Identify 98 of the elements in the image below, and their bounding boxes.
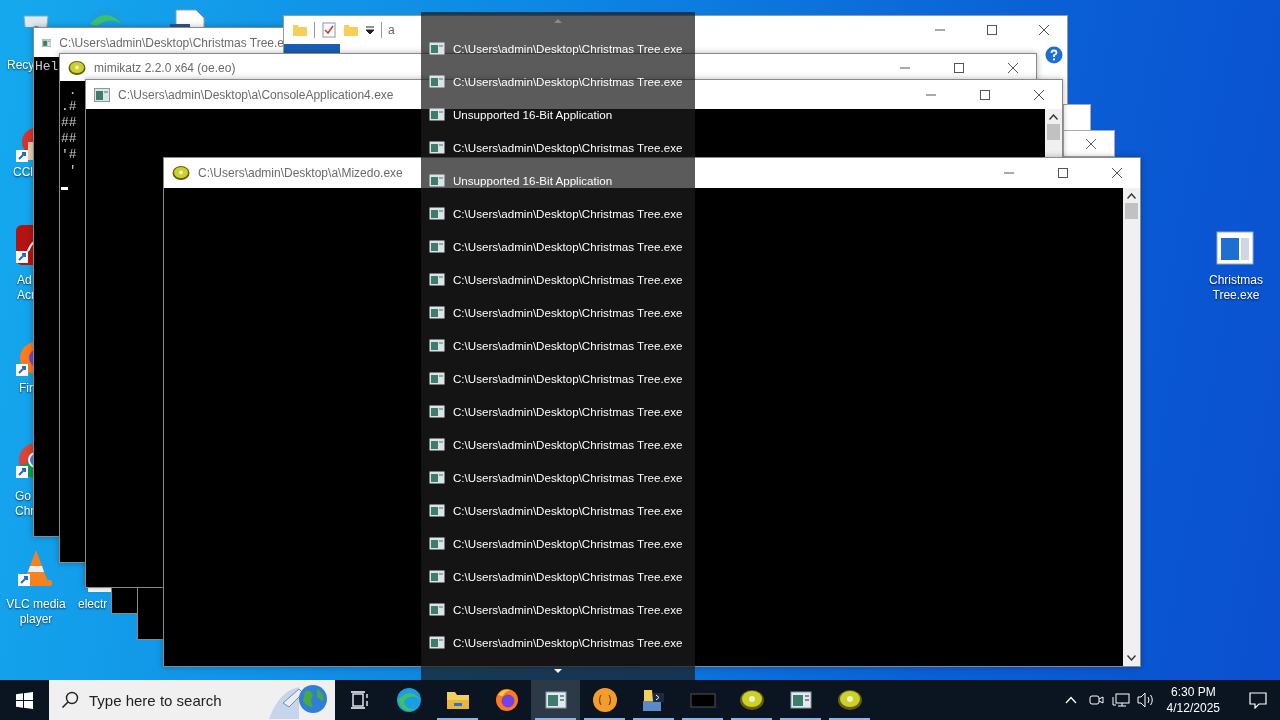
console-window-icon bbox=[429, 75, 445, 88]
console-text: ## bbox=[61, 131, 77, 147]
window-title: mimikatz 2.2.0 x64 (oe.eo) bbox=[94, 60, 236, 75]
console-window-icon bbox=[429, 603, 445, 616]
desktop-icon-label: Ad Acr bbox=[17, 273, 35, 303]
maximize-icon bbox=[954, 62, 964, 73]
jump-list-item[interactable]: C:\Users\admin\Desktop\Christmas Tree.exe bbox=[421, 560, 695, 593]
console-window-icon bbox=[429, 42, 445, 55]
console-window-icon bbox=[429, 636, 445, 649]
desktop-icon-label: Go Chr bbox=[15, 489, 35, 519]
console-text: ' bbox=[67, 163, 77, 179]
jump-list-item[interactable]: C:\Users\admin\Desktop\Christmas Tree.exe bbox=[421, 593, 695, 626]
clock[interactable]: 6:30 PM 4/12/2025 bbox=[1158, 684, 1228, 716]
desktop-icon-label: electr bbox=[78, 597, 108, 612]
scroll-up-icon[interactable] bbox=[1049, 114, 1058, 120]
console-text: Hel bbox=[35, 59, 59, 75]
text-cursor bbox=[61, 187, 68, 190]
jump-list-item[interactable]: C:\Users\admin\Desktop\Christmas Tree.exe bbox=[421, 527, 695, 560]
console-window-icon bbox=[429, 306, 445, 319]
console-window-icon bbox=[429, 537, 445, 550]
jump-list-item[interactable]: C:\Users\admin\Desktop\Christmas Tree.exe bbox=[421, 32, 695, 65]
console-window-icon bbox=[429, 141, 445, 154]
kiwi-icon bbox=[738, 687, 765, 713]
jump-list-item[interactable]: C:\Users\admin\Desktop\Christmas Tree.exe bbox=[421, 362, 695, 395]
console-window-icon bbox=[429, 240, 445, 253]
close-icon bbox=[1008, 62, 1018, 73]
jump-list-item[interactable]: C:\Users\admin\Desktop\Christmas Tree.exe bbox=[421, 65, 695, 98]
console-window-icon bbox=[94, 87, 110, 102]
kiwi-icon bbox=[836, 687, 863, 713]
desktop-icon-label: VLC media player bbox=[5, 597, 67, 627]
close-icon bbox=[1039, 25, 1049, 35]
scrollbar-thumb[interactable] bbox=[1125, 203, 1138, 219]
kiwi-icon bbox=[68, 59, 86, 76]
console-window-icon bbox=[429, 174, 445, 187]
search-field[interactable]: Type here to search bbox=[87, 690, 261, 710]
scroll-up-icon[interactable] bbox=[1127, 193, 1136, 199]
close-icon bbox=[1034, 89, 1044, 100]
window-app-icon[interactable] bbox=[1215, 228, 1255, 268]
jump-list-item[interactable]: C:\Users\admin\Desktop\Christmas Tree.exe bbox=[421, 329, 695, 362]
browser-icon bbox=[493, 687, 520, 713]
checklist-icon[interactable] bbox=[321, 22, 337, 38]
browser-icon bbox=[395, 687, 422, 713]
dropdown-icon[interactable] bbox=[365, 25, 375, 35]
console-window-icon bbox=[429, 339, 445, 352]
jump-list-item[interactable]: C:\Users\admin\Desktop\Christmas Tree.exe bbox=[421, 494, 695, 527]
jump-list-item[interactable]: C:\Users\admin\Desktop\Christmas Tree.exe bbox=[421, 428, 695, 461]
windows-logo-icon bbox=[16, 691, 33, 709]
maximize-icon bbox=[980, 89, 990, 100]
maximize-icon bbox=[987, 25, 997, 35]
window-title: a bbox=[388, 23, 395, 37]
app-circle-icon bbox=[591, 687, 618, 713]
console-text: '# bbox=[61, 147, 77, 163]
console-window-icon bbox=[429, 108, 445, 121]
document-icon[interactable] bbox=[168, 8, 208, 27]
search-icon bbox=[61, 691, 79, 709]
taskbar-app-button[interactable] bbox=[531, 680, 580, 720]
search-bar[interactable]: Type here to search bbox=[49, 680, 335, 720]
desktop-icon-label: Fir bbox=[19, 381, 33, 396]
jump-list-item[interactable]: Unsupported 16-Bit Application bbox=[421, 98, 695, 131]
console-window-icon bbox=[429, 372, 445, 385]
jump-list-item[interactable]: C:\Users\admin\Desktop\Christmas Tree.exe bbox=[421, 263, 695, 296]
console-text: . bbox=[67, 83, 77, 99]
jump-list-item[interactable]: C:\Users\admin\Desktop\Christmas Tree.exe bbox=[421, 296, 695, 329]
console-window-icon bbox=[429, 570, 445, 583]
console-window-icon bbox=[429, 405, 445, 418]
close-icon[interactable] bbox=[1085, 137, 1097, 150]
jump-list-item[interactable]: C:\Users\admin\Desktop\Christmas Tree.exe bbox=[421, 626, 695, 659]
chevron-up-icon bbox=[1065, 696, 1078, 704]
console-window-icon bbox=[429, 207, 445, 220]
app-icon[interactable] bbox=[14, 225, 33, 265]
maximize-icon bbox=[1058, 168, 1068, 178]
desktop-icon-label: Christmas Tree.exe bbox=[1208, 273, 1264, 303]
console-window-icon bbox=[429, 438, 445, 451]
scrollbar[interactable] bbox=[1045, 109, 1062, 158]
desktop-icon-label: CCl bbox=[13, 165, 33, 180]
scrollbar[interactable] bbox=[1123, 188, 1140, 666]
jump-list-item[interactable]: C:\Users\admin\Desktop\Christmas Tree.exe bbox=[421, 461, 695, 494]
jump-list-item[interactable]: C:\Users\admin\Desktop\Christmas Tree.exe bbox=[421, 131, 695, 164]
task-view-icon bbox=[349, 691, 370, 709]
console-window-icon bbox=[429, 504, 445, 517]
console-text: .# bbox=[61, 99, 77, 115]
close-icon bbox=[1112, 168, 1122, 178]
desktop-icon-label: Recy bbox=[7, 58, 35, 73]
jump-list-item[interactable]: Unsupported 16-Bit Application bbox=[421, 164, 695, 197]
jump-list-item[interactable]: C:\Users\admin\Desktop\Christmas Tree.exe bbox=[421, 230, 695, 263]
window-title: C:\Users\admin\Desktop\a\Mizedo.exe bbox=[198, 166, 403, 180]
window-title: C:\Users\admin\Desktop\Christmas Tree.e bbox=[59, 35, 284, 50]
jump-list-item[interactable]: C:\Users\admin\Desktop\Christmas Tree.exe bbox=[421, 197, 695, 230]
script-icon bbox=[640, 687, 667, 713]
console-window-icon bbox=[429, 471, 445, 484]
scrollbar-thumb[interactable] bbox=[1047, 124, 1060, 140]
scroll-down-icon[interactable] bbox=[1127, 655, 1136, 661]
kiwi-icon bbox=[172, 165, 190, 181]
console-window-icon bbox=[429, 273, 445, 286]
console-text: ## bbox=[61, 115, 77, 131]
window-title: C:\Users\admin\Desktop\a\ConsoleApplication4.exe bbox=[118, 87, 394, 102]
jump-list-item[interactable]: C:\Users\admin\Desktop\Christmas Tree.exe bbox=[421, 395, 695, 428]
help-icon[interactable] bbox=[1045, 46, 1063, 64]
